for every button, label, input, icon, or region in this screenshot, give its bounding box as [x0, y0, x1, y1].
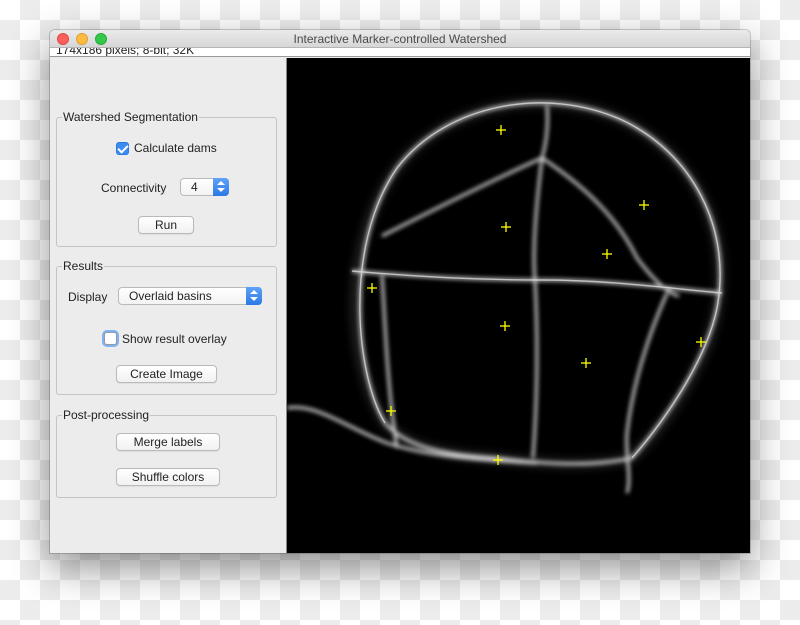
post-processing-group-label: Post-processing [62, 408, 151, 422]
watershed-segmentation-group: Watershed Segmentation Calculate dams Co… [56, 110, 277, 247]
display-stepper-icon [246, 287, 262, 305]
window-title: Interactive Marker-controlled Watershed [293, 32, 507, 46]
control-panel: Watershed Segmentation Calculate dams Co… [50, 58, 286, 553]
main-window: Interactive Marker-controlled Watershed … [50, 30, 750, 553]
display-select[interactable]: Overlaid basins [118, 287, 262, 305]
image-info-bar: 174x186 pixels; 8-bit; 32K [50, 48, 750, 57]
show-result-overlay-label: Show result overlay [122, 332, 227, 346]
image-info-text: 174x186 pixels; 8-bit; 32K [56, 48, 195, 57]
connectivity-value: 4 [191, 180, 198, 194]
show-result-overlay-checkbox[interactable] [104, 332, 117, 345]
shuffle-colors-button[interactable]: Shuffle colors [116, 468, 220, 486]
create-image-button[interactable]: Create Image [116, 365, 217, 383]
image-canvas[interactable] [286, 58, 750, 553]
display-label: Display [68, 290, 108, 304]
display-value: Overlaid basins [129, 289, 212, 303]
microscopy-image [287, 58, 750, 553]
calculate-dams-checkbox[interactable] [116, 142, 129, 155]
title-bar: Interactive Marker-controlled Watershed [50, 30, 750, 48]
connectivity-label: Connectivity [101, 181, 167, 195]
run-button[interactable]: Run [138, 216, 194, 234]
post-processing-group: Post-processing Merge labels Shuffle col… [56, 408, 277, 498]
connectivity-stepper-icon [213, 178, 229, 196]
connectivity-select[interactable]: 4 [180, 178, 229, 196]
results-group: Results Display Overlaid basins Show res… [56, 259, 277, 395]
calculate-dams-label: Calculate dams [134, 141, 217, 155]
merge-labels-button[interactable]: Merge labels [116, 433, 220, 451]
watershed-group-label: Watershed Segmentation [62, 110, 199, 124]
results-group-label: Results [62, 259, 105, 273]
